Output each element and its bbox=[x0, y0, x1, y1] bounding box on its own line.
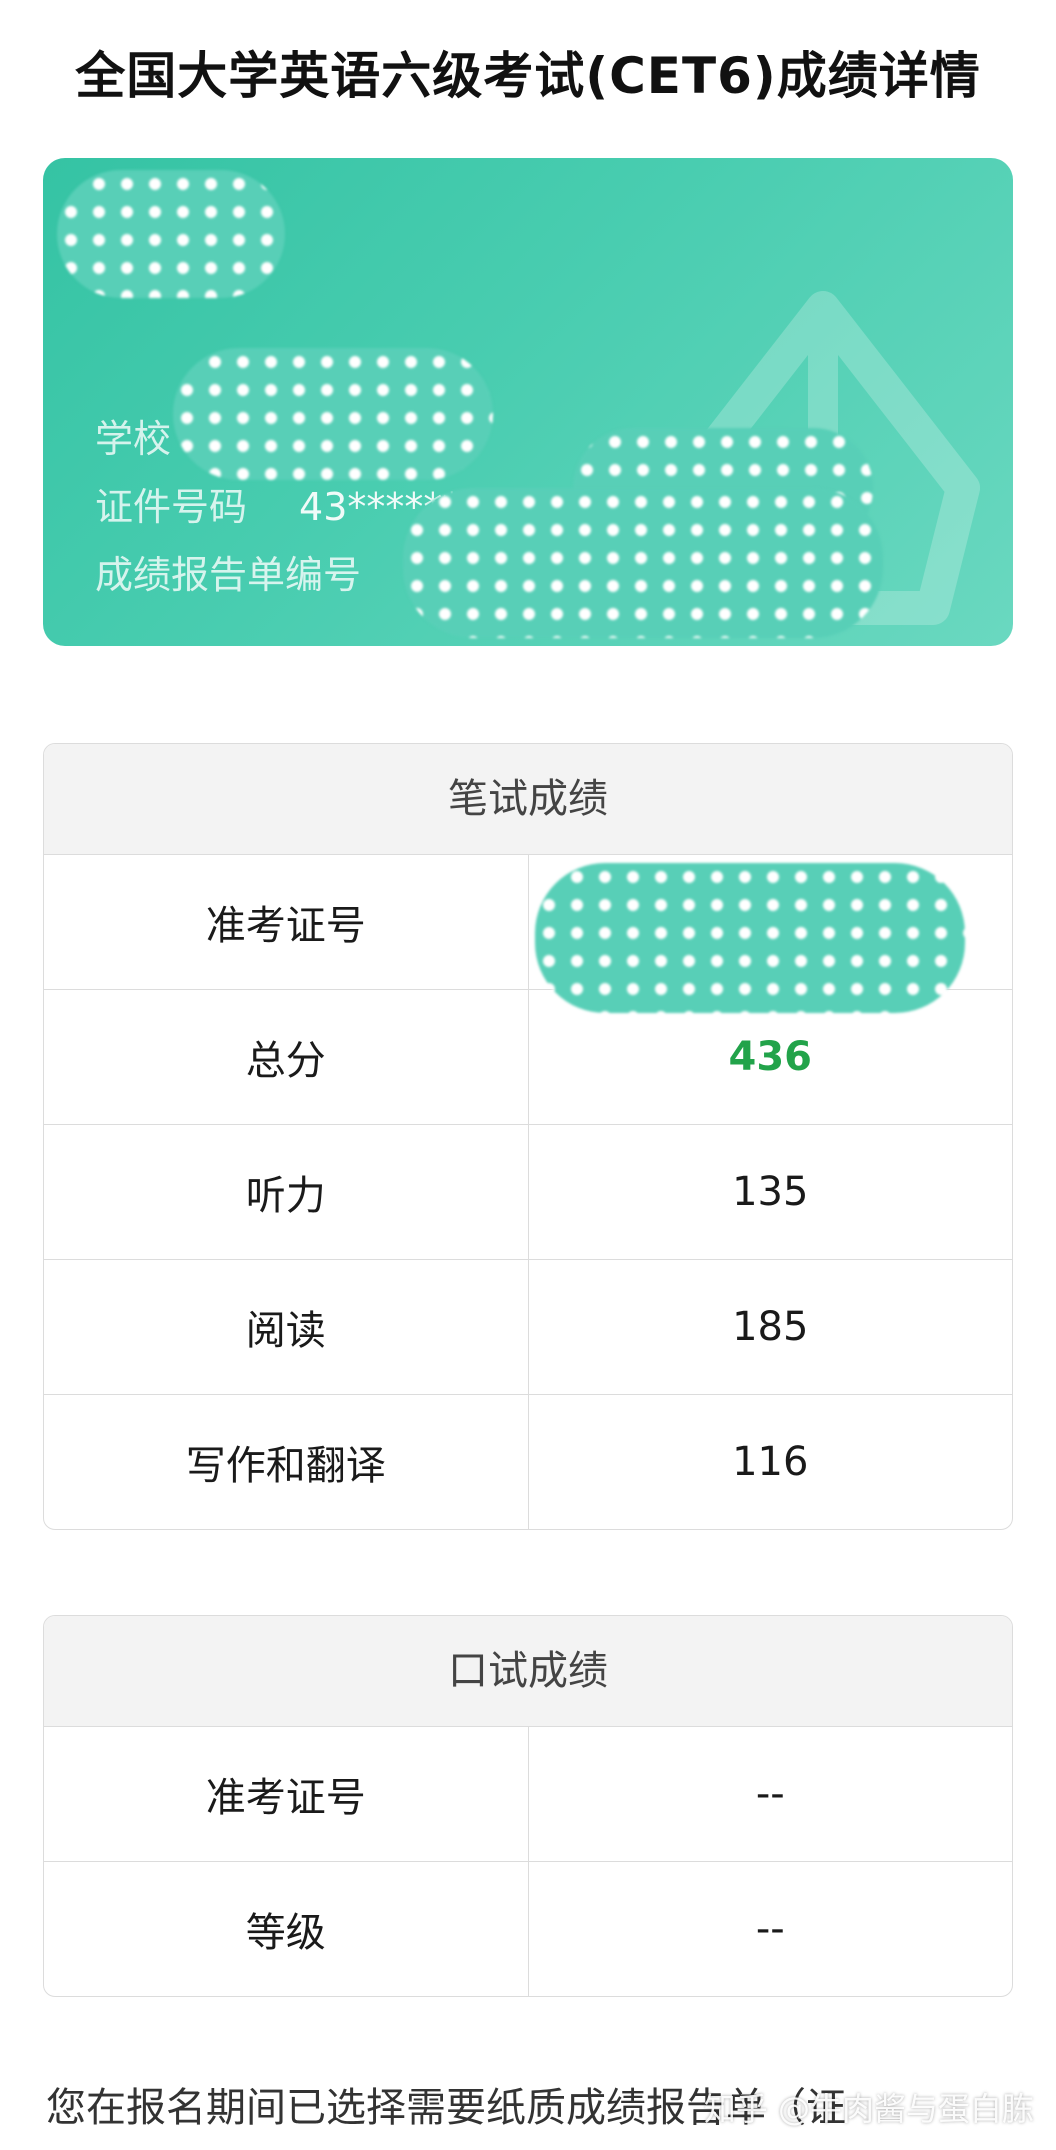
candidate-info-card: 学校 证件号码 43********** 成绩报告单编号 bbox=[43, 158, 1013, 646]
privacy-mask-admission-number bbox=[534, 863, 965, 1013]
writing-translation-label: 写作和翻译 bbox=[44, 1395, 529, 1529]
zhihu-credit-watermark: 知乎 @牛肉酱与蛋白胨 bbox=[703, 2090, 1034, 2128]
admission-number-label: 准考证号 bbox=[44, 855, 529, 989]
oral-admission-number-value: -- bbox=[755, 1771, 785, 1817]
listening-label: 听力 bbox=[44, 1125, 529, 1259]
table-row: 听力 135 bbox=[44, 1125, 1012, 1260]
written-score-table: 笔试成绩 准考证号 总分 436 听力 135 阅读 185 写作和翻译 116 bbox=[43, 743, 1013, 1530]
table-row: 准考证号 -- bbox=[44, 1727, 1012, 1862]
listening-score: 135 bbox=[732, 1169, 809, 1215]
school-label: 学校 bbox=[95, 417, 172, 461]
privacy-mask-name bbox=[57, 170, 285, 298]
report-number-label: 成绩报告单编号 bbox=[95, 553, 362, 597]
oral-score-heading: 口试成绩 bbox=[44, 1616, 1012, 1727]
writing-translation-score: 116 bbox=[732, 1439, 809, 1485]
privacy-mask-school bbox=[173, 348, 493, 480]
table-row: 阅读 185 bbox=[44, 1260, 1012, 1395]
admission-number-value bbox=[529, 855, 1013, 1013]
reading-label: 阅读 bbox=[44, 1260, 529, 1394]
oral-grade-value: -- bbox=[755, 1906, 785, 1952]
oral-score-table: 口试成绩 准考证号 -- 等级 -- bbox=[43, 1615, 1013, 1997]
total-score-label: 总分 bbox=[44, 990, 529, 1124]
report-number-row: 成绩报告单编号 bbox=[95, 544, 361, 599]
table-row: 等级 -- bbox=[44, 1862, 1012, 1996]
table-row: 写作和翻译 116 bbox=[44, 1395, 1012, 1529]
table-row: 准考证号 bbox=[44, 855, 1013, 1013]
oral-grade-label: 等级 bbox=[44, 1862, 529, 1996]
privacy-mask-report-number bbox=[403, 488, 883, 638]
reading-score: 185 bbox=[732, 1304, 809, 1350]
written-score-heading: 笔试成绩 bbox=[44, 744, 1012, 855]
school-row: 学校 bbox=[95, 408, 171, 463]
id-number-label: 证件号码 bbox=[95, 485, 248, 529]
oral-admission-number-label: 准考证号 bbox=[44, 1727, 529, 1861]
page-title: 全国大学英语六级考试(CET6)成绩详情 bbox=[75, 47, 981, 105]
